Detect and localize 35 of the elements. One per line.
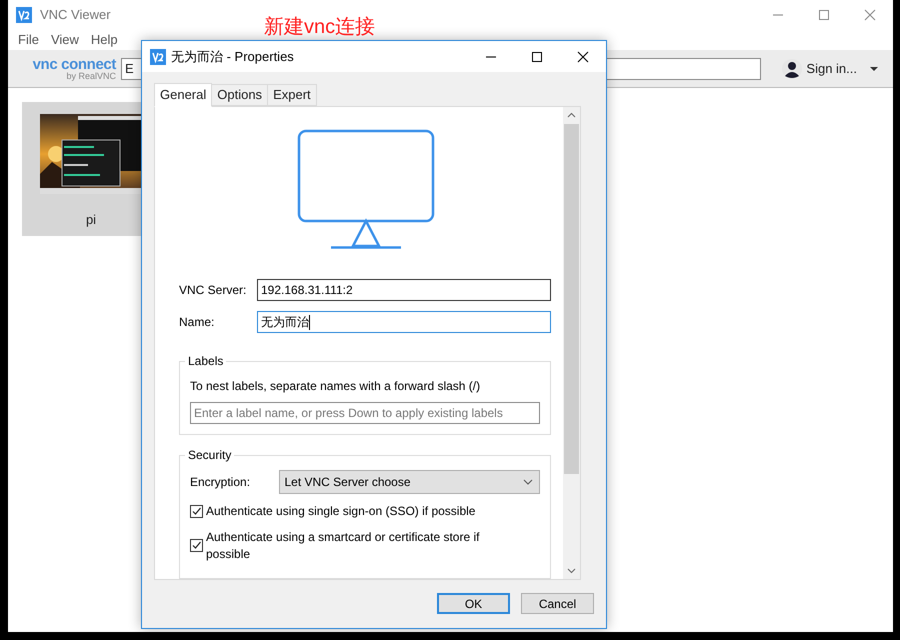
computer-name: pi [86,211,96,229]
hint-text: To nest labels, separate names with a forward slash (/) [190,378,482,395]
window-title: VNC Viewer [40,6,111,24]
text-field[interactable]: 192.168.31.111:2 [257,279,551,301]
tab[interactable]: Options [212,84,268,106]
tab[interactable]: Expert [268,84,317,106]
caret-icon[interactable] [869,64,879,72]
label-input[interactable]: Enter a label name, or press Down to apply existing labels [190,402,540,424]
logo-byline: by RealVNC [66,72,116,80]
monitor-icon [296,129,434,251]
menu-item[interactable]: View [46,30,83,50]
app-logo-icon [150,48,166,64]
logo-text: vnc connect [32,56,116,72]
tab[interactable]: General [154,83,212,107]
menu-item[interactable]: Help [86,30,122,50]
sign-in-link[interactable]: Sign in... [806,58,857,78]
dialog-button[interactable]: OK [437,593,510,614]
app-logo-icon [16,7,32,23]
user-icon [782,58,802,78]
encryption-dropdown[interactable]: Let VNC Server choose [279,470,540,494]
scrollbar[interactable] [563,107,580,579]
field-label: VNC Server: [179,282,248,299]
scrollbar-thumb[interactable] [564,124,579,474]
field-label: Name: [179,314,216,331]
checkbox[interactable] [190,539,203,552]
chevron-down-icon [523,478,533,485]
checkbox[interactable] [190,504,203,518]
text-field[interactable]: 无为而治 [257,311,551,333]
menu-item[interactable]: File [14,30,43,50]
dialog-button[interactable]: Cancel [521,593,594,614]
checkbox-label: Authenticate using a smartcard or certificate store if possible [206,528,480,563]
field-label: Encryption: [190,474,252,491]
checkbox-label: Authenticate using single sign-on (SSO) if possible [206,502,476,520]
dialog-title: 无为而治 - Properties [171,48,294,66]
annotation-text: 新建vnc连接 [264,15,376,40]
